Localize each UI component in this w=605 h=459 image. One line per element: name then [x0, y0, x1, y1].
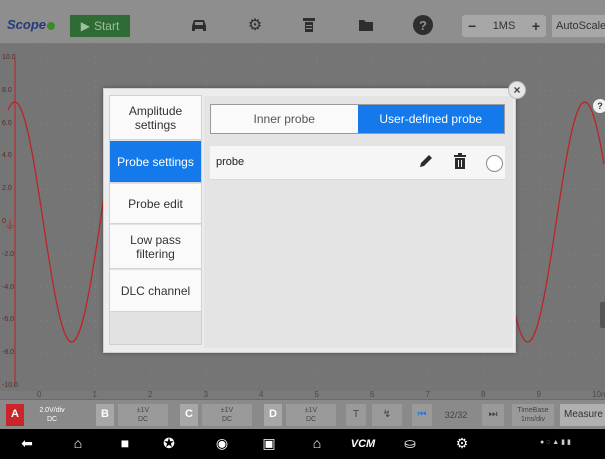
channel-d-button[interactable]: D: [264, 404, 282, 426]
timebase-stepper[interactable]: − 1MS +: [462, 15, 546, 37]
y-tick-label: -2.0: [2, 250, 15, 258]
y-tick-label: -4.0: [2, 283, 15, 291]
scope-app: Scope ▶ Start ⚙ ? − 1MS + AutoScale ⏚ ? …: [0, 0, 605, 459]
y-tick-label: -6.0: [2, 316, 15, 324]
probe-select-radio[interactable]: [486, 155, 503, 172]
side-panel-handle[interactable]: [600, 302, 605, 328]
x-tick-label: 5: [314, 390, 319, 399]
house-icon[interactable]: ⌂: [305, 435, 329, 451]
start-button[interactable]: ▶ Start: [70, 15, 130, 37]
y-tick-label: 6.0: [2, 119, 12, 127]
trigger-button[interactable]: T: [346, 404, 366, 426]
vcm-icon[interactable]: VCM: [348, 438, 378, 450]
trash-icon[interactable]: [453, 153, 467, 174]
sidebar-item-probe-edit[interactable]: Probe edit: [110, 184, 201, 224]
status-indicators: ● ◌ ▲ ▮ ▮: [540, 439, 571, 446]
x-tick-label: 0: [37, 390, 42, 399]
timebase-unit: 1ms/div: [520, 416, 546, 423]
folder-icon[interactable]: [354, 14, 378, 36]
channel-d-settings[interactable]: ±1V DC: [286, 404, 336, 426]
android-nav-bar: ⬅ ⌂ ■ ✪ ◉ ▣ ⌂ VCM ⛀ ⚙ ● ◌ ▲ ▮ ▮: [0, 429, 605, 459]
sidebar-item-low-pass-filtering[interactable]: Low pass filtering: [110, 225, 201, 269]
dialog-content: Inner probe User-defined probe probe: [204, 96, 513, 348]
channel-c-coupling: DC: [221, 416, 233, 423]
x-tick-label: 7: [425, 390, 430, 399]
timebase-label: TimeBase: [517, 407, 549, 414]
channel-c-scale: ±1V: [220, 407, 234, 414]
tab-inner-probe[interactable]: Inner probe: [211, 105, 358, 133]
x-tick-label: 2: [148, 390, 153, 399]
channel-b-coupling: DC: [137, 416, 149, 423]
play-icon: ▶: [80, 19, 90, 33]
tab-user-defined-probe[interactable]: User-defined probe: [357, 105, 504, 133]
x-tick-label: 10ms: [592, 390, 605, 399]
pencil-icon[interactable]: [418, 153, 434, 174]
channel-a-coupling: DC: [46, 416, 58, 423]
x-tick-label: 6: [370, 390, 375, 399]
channel-b-button[interactable]: B: [96, 404, 114, 426]
probe-type-tabs: Inner probe User-defined probe: [210, 104, 505, 134]
channel-a-settings[interactable]: 2.0V/div DC: [26, 404, 78, 426]
y-tick-label: -8.0: [2, 349, 15, 357]
sidebar-item-amplitude-settings[interactable]: Amplitude settings: [110, 96, 201, 140]
x-tick-label: 9: [536, 390, 541, 399]
probe-list-item[interactable]: probe: [210, 146, 505, 180]
y-tick-label: 8.0: [2, 86, 12, 94]
channel-b-scale: ±1V: [136, 407, 150, 414]
app-logo: Scope: [7, 17, 56, 32]
home-icon[interactable]: ⌂: [66, 435, 90, 451]
print-icon[interactable]: [297, 14, 321, 36]
trigger-edge-icon[interactable]: ↯: [372, 404, 402, 426]
top-toolbar: Scope ▶ Start ⚙ ? − 1MS + AutoScale: [0, 0, 605, 44]
y-tick-label: 4.0: [2, 152, 12, 160]
y-tick-label: -10.0: [2, 382, 18, 389]
vci-icon[interactable]: ✪: [157, 435, 181, 452]
close-icon[interactable]: ×: [508, 81, 526, 99]
minus-icon[interactable]: −: [468, 18, 476, 34]
channel-d-coupling: DC: [305, 416, 317, 423]
skip-back-icon[interactable]: ⏮: [412, 404, 432, 426]
start-label: Start: [93, 19, 120, 33]
car-icon[interactable]: [187, 14, 211, 36]
autoscale-button[interactable]: AutoScale: [552, 15, 605, 37]
timebase-value: 1MS: [492, 20, 516, 32]
dialog-sidebar: Amplitude settings Probe settings Probe …: [109, 95, 202, 345]
gear-icon[interactable]: ⚙: [243, 14, 267, 36]
y-tick-label: 10.0: [2, 54, 16, 61]
channel-d-scale: ±1V: [304, 407, 318, 414]
probe-settings-dialog: Amplitude settings Probe settings Probe …: [103, 88, 516, 353]
x-tick-label: 4: [259, 390, 264, 399]
skip-forward-icon[interactable]: ⏭: [482, 404, 504, 426]
channel-bar: A 2.0V/div DC B ±1V DC C ±1V DC D ±1V DC T ↯…: [0, 399, 605, 429]
x-tick-label: 8: [481, 390, 486, 399]
sidebar-item-dlc-channel[interactable]: DLC channel: [110, 270, 201, 312]
car-nav-icon[interactable]: ⛀: [398, 435, 422, 452]
x-tick-label: 3: [203, 390, 208, 399]
plus-icon[interactable]: +: [532, 18, 540, 34]
wifi-car-icon[interactable]: ⚙: [450, 435, 474, 452]
y-tick-label: 2.0: [2, 185, 12, 193]
help-icon[interactable]: ?: [413, 15, 433, 35]
y-tick-label: 0: [2, 218, 6, 225]
probe-name: probe: [216, 156, 245, 168]
channel-a-scale: 2.0V/div: [39, 407, 65, 414]
recents-icon[interactable]: ■: [113, 435, 137, 451]
screenshot-icon[interactable]: ▣: [257, 435, 281, 452]
camera-icon[interactable]: ◉: [210, 435, 234, 452]
channel-c-button[interactable]: C: [180, 404, 198, 426]
timebase-button[interactable]: TimeBase 1ms/div: [512, 404, 554, 426]
x-tick-label: 1: [92, 390, 97, 399]
side-help-icon[interactable]: ?: [593, 99, 605, 113]
channel-c-settings[interactable]: ±1V DC: [202, 404, 252, 426]
measure-button[interactable]: Measure: [560, 404, 605, 426]
back-icon[interactable]: ⬅: [15, 435, 39, 452]
channel-a-button[interactable]: A: [6, 404, 24, 426]
page-counter: 32/32: [436, 404, 476, 426]
channel-b-settings[interactable]: ±1V DC: [118, 404, 168, 426]
sidebar-item-probe-settings[interactable]: Probe settings: [110, 141, 201, 183]
